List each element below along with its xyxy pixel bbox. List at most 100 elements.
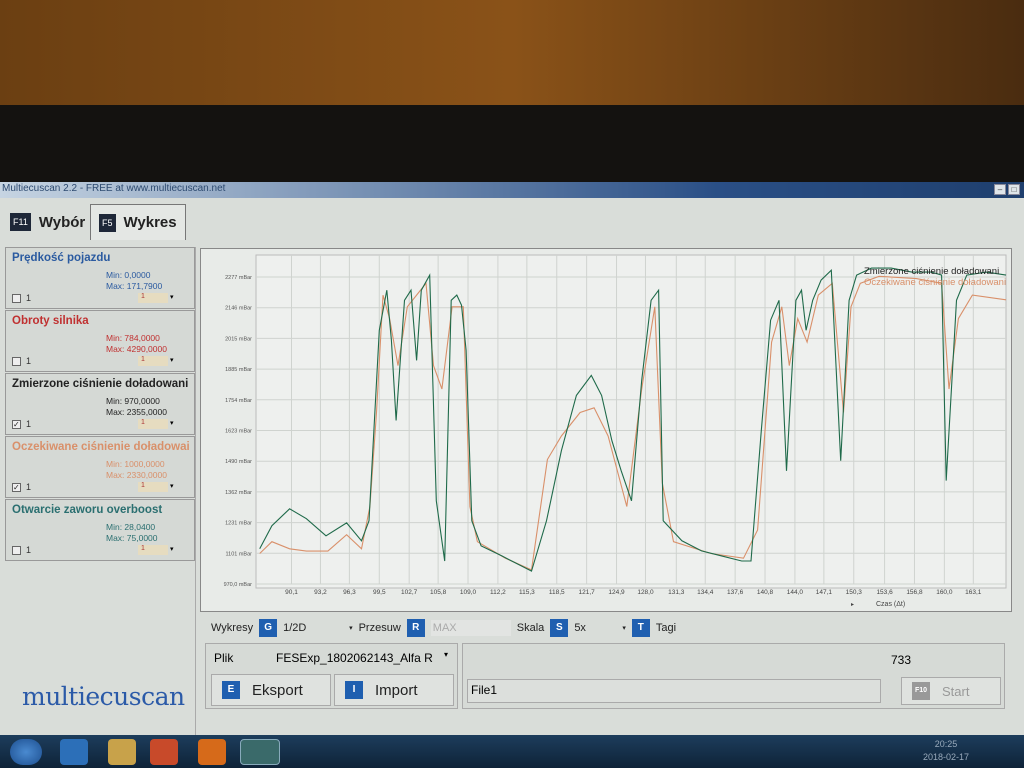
wykresy-select[interactable]: 1/2D (283, 622, 343, 634)
chevron-down-icon[interactable]: ▾ (349, 624, 353, 632)
sensor-item[interactable]: Oczekiwane ciśnienie doładowai Min: 1000… (5, 436, 195, 498)
x-tick-label: 156,8 (906, 589, 923, 596)
tab-key: F5 (99, 213, 116, 232)
tab-label: Wykres (123, 214, 177, 231)
tab-wykres[interactable]: F5 Wykres (90, 204, 186, 240)
chevron-down-icon[interactable]: ▾ (444, 650, 448, 659)
y-tick-label: 1101 mBar (226, 551, 253, 557)
x-tick-label: 128,0 (637, 589, 654, 596)
sensor-list: Prędkość pojazdu Min: 0,0000 Max: 171,790… (5, 247, 196, 735)
sensor-checkbox[interactable]: ✓ (12, 483, 21, 492)
checkbox-label: 1 (26, 545, 32, 555)
minimize-button[interactable]: – (994, 184, 1006, 195)
start-label: Start (942, 683, 970, 699)
chevron-down-icon[interactable]: ▾ (170, 419, 174, 427)
axis-select[interactable]: 1 (138, 419, 168, 429)
checkbox-label: 1 (26, 356, 32, 366)
plot-area (255, 254, 1007, 589)
przesuw-select[interactable]: MAX (430, 620, 511, 636)
axis-select[interactable]: 1 (138, 545, 168, 555)
photo-background (0, 0, 1024, 110)
x-tick-label: 147,1 (816, 589, 833, 596)
chevron-down-icon[interactable]: ▾ (170, 356, 174, 364)
tagi-button[interactable]: Tagi (656, 622, 676, 634)
sensor-item[interactable]: Obroty silnika Min: 784,0000 Max: 4290,00… (5, 310, 195, 372)
axis-select[interactable]: 1 (138, 356, 168, 366)
sensor-checkbox[interactable]: ✓ (12, 420, 21, 429)
y-tick-label: 1362 mBar (225, 490, 252, 496)
firefox-icon[interactable] (198, 739, 226, 765)
skala-key: S (550, 619, 569, 637)
import-key: I (345, 681, 363, 699)
ie-icon[interactable] (60, 739, 88, 765)
y-tick-label: 1754 mBar (225, 398, 252, 404)
sensor-min: Min: 1000,0000 (106, 459, 165, 469)
monitor-bezel (0, 105, 1024, 185)
x-tick-label: 96,3 (343, 589, 356, 596)
media-player-icon[interactable] (150, 739, 178, 765)
tagi-key: T (631, 619, 650, 637)
sensor-min: Min: 784,0000 (106, 333, 160, 343)
x-tick-label: 134,4 (697, 589, 714, 596)
chevron-down-icon[interactable]: ▾ (170, 293, 174, 301)
start-button[interactable]: F10 Start (901, 677, 1001, 705)
x-tick-label: 121,7 (578, 589, 595, 596)
multiecuscan-task-icon[interactable] (240, 739, 280, 765)
tab-label: Wybór (38, 213, 86, 231)
taskbar: 20:25 2018-02-17 (0, 735, 1024, 768)
chevron-down-icon[interactable]: ▾ (170, 482, 174, 490)
window-title: Multiecuscan 2.2 - FREE at www.multiecus… (2, 183, 226, 194)
checkbox-label: 1 (26, 482, 32, 492)
checkbox-label: 1 (26, 293, 32, 303)
y-tick-label: 2015 mBar (225, 336, 252, 342)
tab-wybor[interactable]: F11 Wybór (2, 204, 93, 240)
y-tick-label: 2277 mBar (225, 275, 252, 281)
export-button[interactable]: E Eksport (211, 674, 331, 706)
sensor-item[interactable]: Otwarcie zaworu overboost Min: 28,0400 Ma… (5, 499, 195, 561)
chevron-down-icon[interactable]: ▾ (170, 545, 174, 553)
file-select[interactable]: FESExp_1802062143_Alfa R (276, 651, 433, 665)
x-tick-label: 118,5 (549, 589, 565, 596)
wykresy-key: G (259, 619, 278, 637)
sensor-min: Min: 970,0000 (106, 396, 160, 406)
x-tick-label: 112,2 (490, 589, 506, 596)
sensor-item[interactable]: Zmierzone ciśnienie doładowani Min: 970,… (5, 373, 195, 435)
chevron-down-icon[interactable]: ▾ (622, 624, 626, 632)
x-tick-label: 102,7 (401, 589, 418, 596)
legend-entry: Zmierzone ciśnienie doładowani (864, 266, 999, 277)
sample-count: 733 (891, 653, 912, 667)
clock-date: 2018-02-17 (922, 752, 969, 762)
file-label: Plik (214, 651, 234, 665)
sensor-checkbox[interactable] (12, 546, 21, 555)
multiecuscan-logo: multiecuscan (22, 682, 185, 711)
maximize-button[interactable]: □ (1008, 184, 1020, 195)
x-tick-label: 93,2 (314, 589, 327, 596)
checkbox-label: 1 (26, 419, 32, 429)
start-menu-icon[interactable] (10, 739, 42, 765)
legend-entry: Oczekiwane ciśnienie doładowani (864, 277, 1006, 288)
axis-select[interactable]: 1 (138, 293, 168, 303)
x-tick-label: 150,3 (846, 589, 863, 596)
x-tick-label: 160,0 (936, 589, 953, 596)
x-tick-label: 140,8 (757, 589, 774, 596)
x-axis-label: Czas (Δt) (876, 601, 905, 608)
sensor-item[interactable]: Prędkość pojazdu Min: 0,0000 Max: 171,790… (5, 247, 195, 309)
export-key: E (222, 681, 240, 699)
y-tick-label: 1623 mBar (225, 429, 252, 435)
start-key: F10 (912, 682, 930, 700)
sensor-checkbox[interactable] (12, 294, 21, 303)
sensor-checkbox[interactable] (12, 357, 21, 366)
sensor-max: Max: 4290,0000 (106, 344, 167, 354)
sensor-name: Zmierzone ciśnienie doładowani (12, 378, 189, 390)
x-tick-label: 115,3 (519, 589, 535, 596)
sensor-name: Prędkość pojazdu (12, 252, 111, 264)
sensor-name: Obroty silnika (12, 315, 89, 327)
filename-input[interactable]: File1 (467, 679, 881, 703)
explorer-icon[interactable] (108, 739, 136, 765)
axis-select[interactable]: 1 (138, 482, 168, 492)
przesuw-key: R (406, 619, 425, 637)
skala-select[interactable]: 5x (574, 622, 616, 634)
y-tick-label: 2146 mBar (225, 306, 252, 312)
sensor-min: Min: 0,0000 (106, 270, 151, 280)
import-button[interactable]: I Import (334, 674, 454, 706)
